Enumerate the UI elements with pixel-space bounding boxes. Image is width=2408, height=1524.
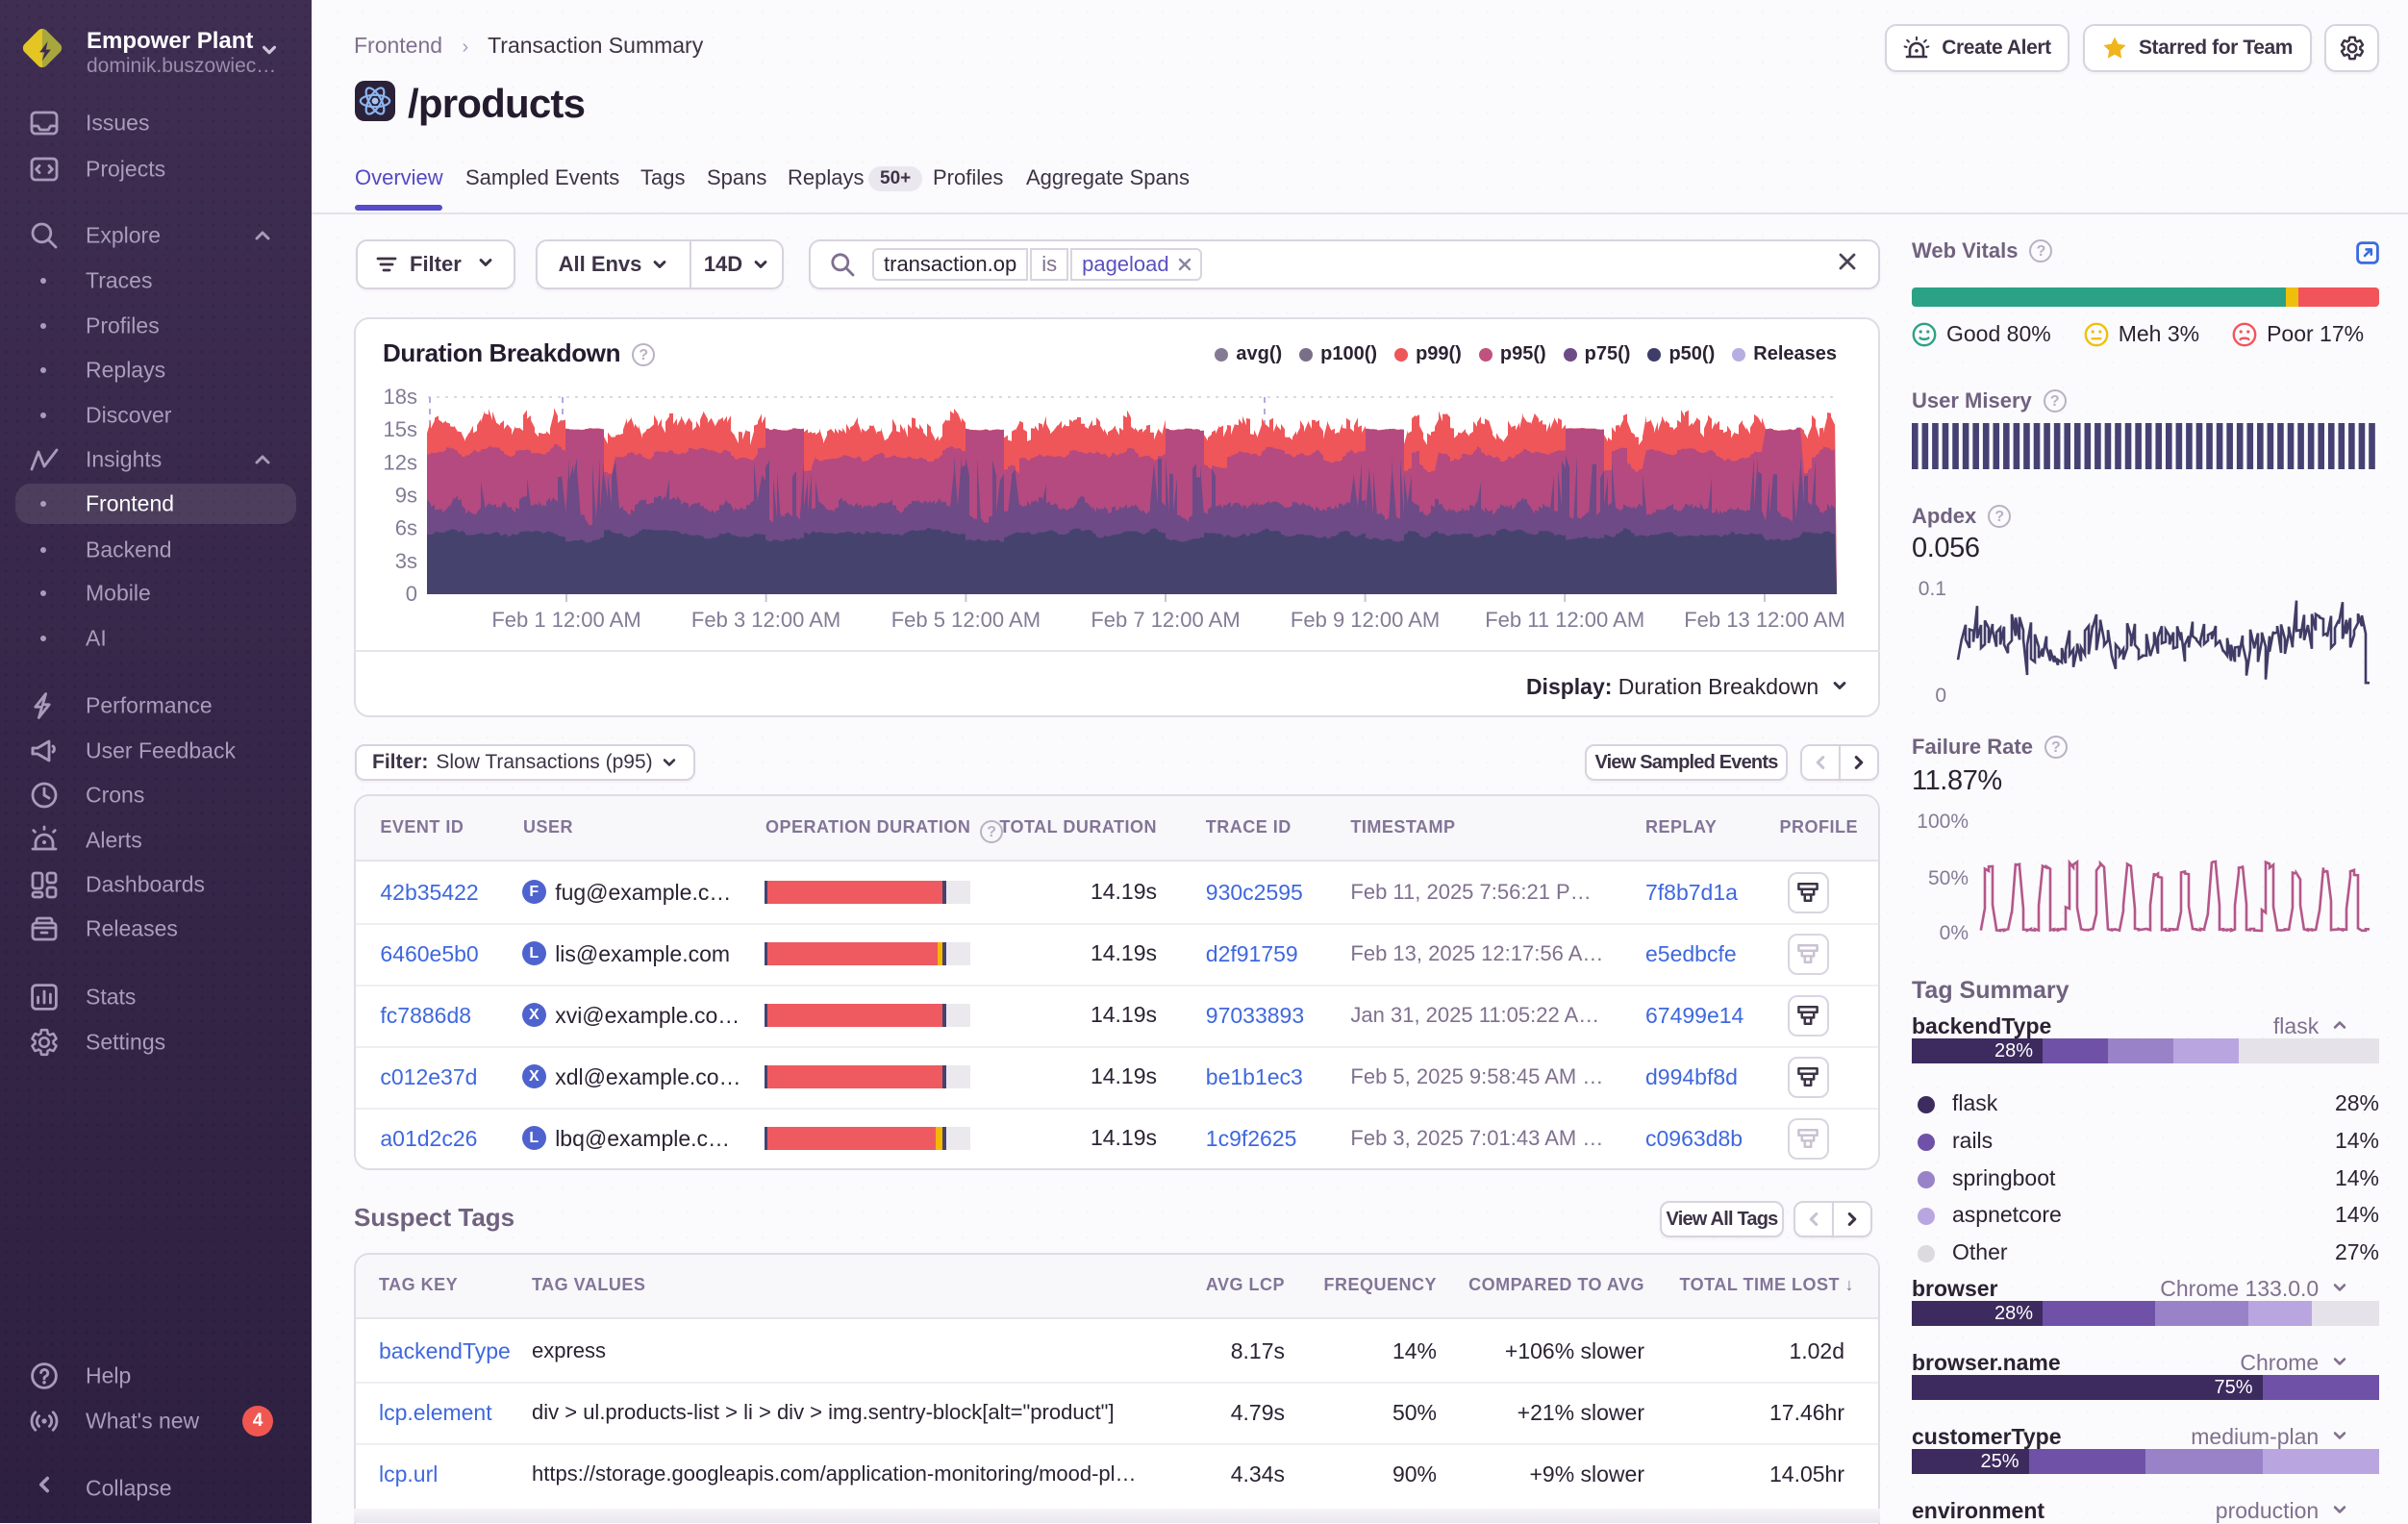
svg-text:0: 0 xyxy=(1935,685,1946,707)
svg-text:100%: 100% xyxy=(1917,811,1969,833)
svg-text:50%: 50% xyxy=(1928,867,1969,889)
svg-text:0%: 0% xyxy=(1940,922,1969,944)
svg-text:0.1: 0.1 xyxy=(1919,578,1946,600)
